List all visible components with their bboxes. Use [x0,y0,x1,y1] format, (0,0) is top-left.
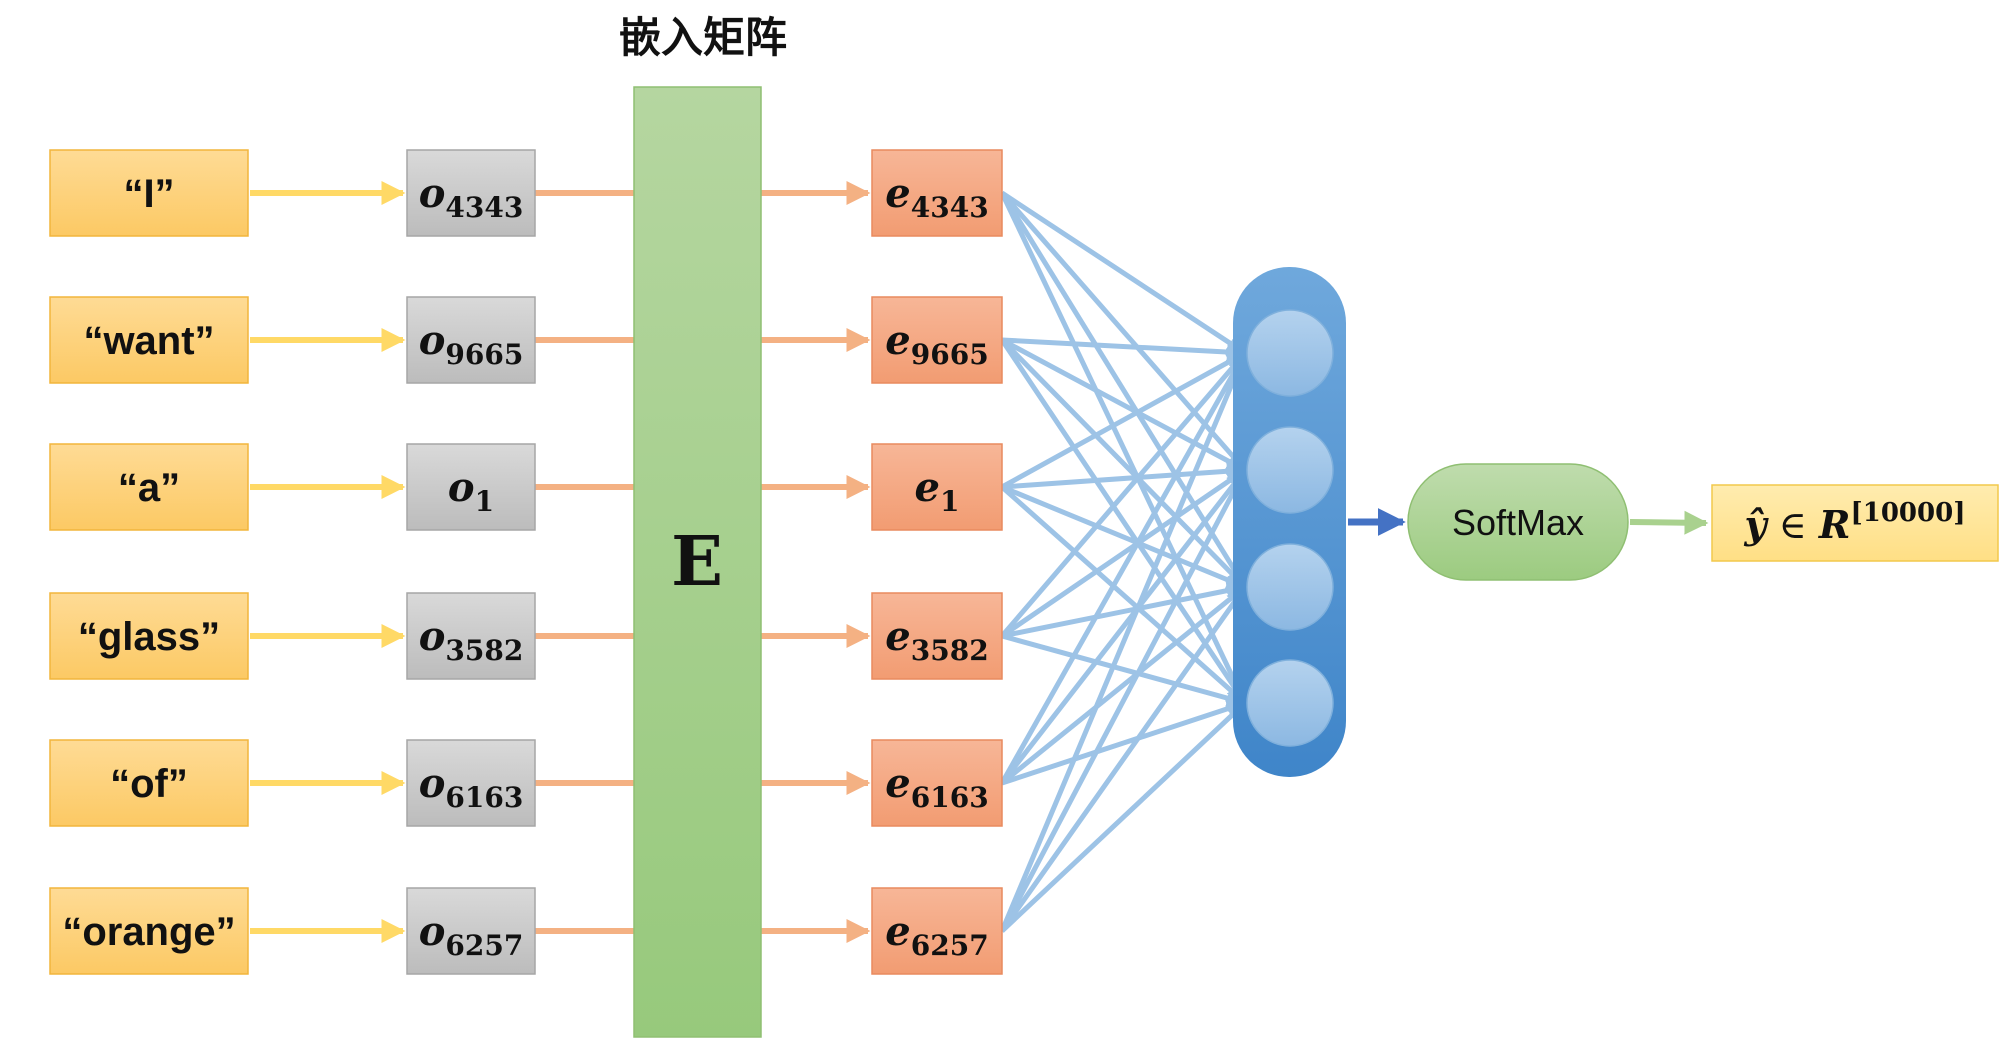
embedding-vectors: e4343e9665e1e3582e6163e6257 [871,149,1003,975]
word-box: “of” [49,739,249,827]
hidden-neuron [1246,426,1334,514]
onehot-base: o [419,613,446,660]
embedding-box: e9665 [871,296,1003,384]
embedding-index: 1 [940,485,959,518]
word-label: “orange” [62,910,235,954]
output-dimension: [10000] [1850,498,1965,528]
onehot-to-matrix-connections [535,190,634,934]
word-label: “a” [118,466,180,510]
fully-connected-connections [999,190,1248,933]
onehot-base: o [419,170,446,217]
word-label: “glass” [78,615,220,659]
embedding-box: e6163 [871,739,1003,827]
embedding-matrix: E [633,86,762,1038]
connection-line [1001,461,1247,490]
word-box: “glass” [49,592,249,680]
onehot-box: o6163 [406,739,536,827]
onehot-base: o [448,464,475,511]
embedding-index: 9665 [911,338,989,371]
embedding-index: 3582 [911,634,989,667]
embedding-box: e4343 [871,149,1003,237]
word-box: “orange” [49,887,249,975]
embedding-matrix-label: E [671,522,723,602]
embedding-base: e [885,170,910,217]
softmax-to-output-arrow [1629,510,1709,535]
onehot-index: 1 [475,485,494,518]
input-words: “I” “want” “a” “glass” “of” “orange” [49,149,249,975]
embedding-index: 6257 [911,929,989,962]
word-box: “want” [49,296,249,384]
onehot-base: o [419,908,446,955]
onehot-base: o [419,760,446,807]
embedding-base: e [885,760,910,807]
output-element-of: ∈ [1767,503,1819,547]
embedding-matrix-title: 嵌入矩阵 [619,13,787,62]
hidden-neuron [1246,309,1334,397]
onehot-index: 9665 [445,338,523,371]
onehot-box: o1 [406,443,536,531]
onehot-box: o3582 [406,592,536,680]
output-y-hat: ŷ [1743,502,1769,547]
embedding-base: e [885,908,910,955]
onehot-index: 4343 [445,191,523,224]
word-label: “want” [83,319,214,363]
hidden-neuron [1246,659,1334,747]
connection-line [1000,338,1247,589]
word-label: “of” [110,762,188,806]
output-box: ŷ ∈ R[10000] [1711,484,1999,562]
onehot-base: o [419,317,446,364]
word-label: “I” [123,172,174,216]
matrix-to-embedding-arrows [761,181,871,943]
word-embedding-network-diagram: 嵌入矩阵 E “I” “want” “a” “glass” “of” “orange” o… [49,13,1999,1038]
word-box: “a” [49,443,249,531]
word-to-onehot-arrows [250,181,406,943]
hidden-layer [1233,267,1346,777]
connection-line [1000,585,1247,785]
hidden-neuron [1246,543,1334,631]
embedding-base: e [885,613,910,660]
embedding-box: e3582 [871,592,1003,680]
onehot-index: 6257 [445,929,523,962]
word-box: “I” [49,149,249,237]
onehot-box: o9665 [406,296,536,384]
softmax-label: SoftMax [1452,502,1584,543]
onehot-box: o4343 [406,149,536,237]
embedding-base: e [915,464,940,511]
softmax-node: SoftMax [1407,463,1629,581]
embedding-box: e1 [871,443,1003,531]
embedding-box: e6257 [871,887,1003,975]
onehot-vectors: o4343o9665o1o3582o6163o6257 [406,149,536,975]
embedding-index: 4343 [911,191,989,224]
connection-line [1001,337,1247,363]
onehot-index: 3582 [445,634,523,667]
embedding-index: 6163 [911,781,989,814]
onehot-box: o6257 [406,887,536,975]
output-space: R [1818,502,1851,547]
embedding-base: e [885,317,910,364]
onehot-index: 6163 [445,781,523,814]
